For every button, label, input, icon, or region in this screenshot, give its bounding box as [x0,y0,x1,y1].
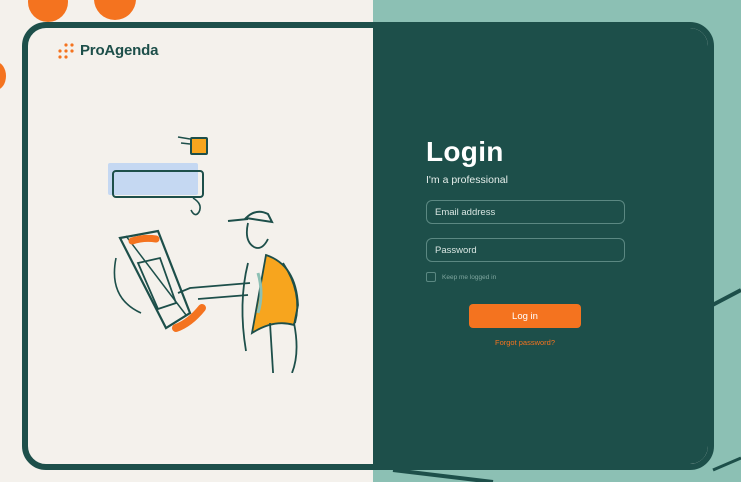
remember-me-label: Keep me logged in [442,273,497,281]
brand-name: ProAgenda [80,42,159,59]
delivery-person-tablet-illustration [108,136,299,373]
decor-circle [94,0,136,20]
page-title: Login [426,136,504,167]
email-field[interactable] [426,200,625,224]
dot-grid-logo-icon [58,42,74,59]
brand-logo[interactable]: ProAgenda [58,42,158,59]
remember-me-option[interactable]: Keep me logged in [426,272,626,282]
page-subtitle: I'm a professional [426,174,508,186]
password-field[interactable] [426,238,625,262]
forgot-password-link[interactable]: Forgot password? [426,338,624,347]
decor-circle [28,0,68,22]
decor-circle [0,62,6,90]
login-button[interactable]: Log in [469,304,581,328]
remember-me-checkbox[interactable] [426,272,436,282]
login-card: ProAgenda Login I'm a professional Email… [22,22,714,470]
login-form: Login I'm a professional Keep me logged … [426,136,626,347]
